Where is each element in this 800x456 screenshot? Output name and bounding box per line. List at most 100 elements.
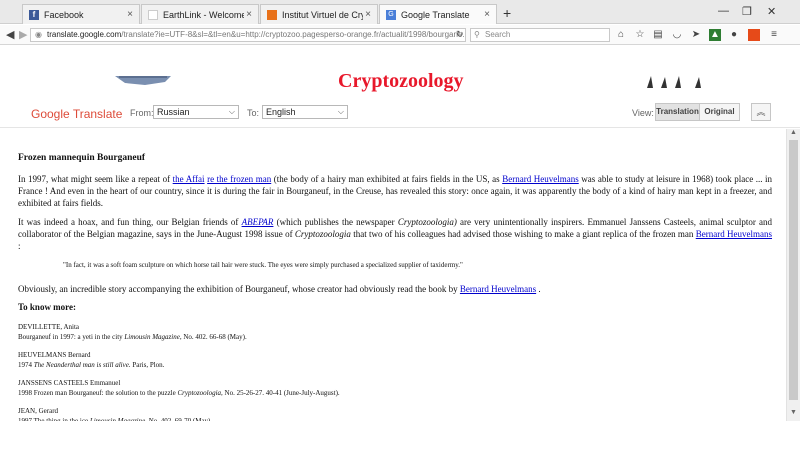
clipboard-icon[interactable]: ▤ (652, 29, 664, 41)
tab-title: Google Translate (401, 9, 470, 20)
send-icon[interactable]: ➤ (690, 29, 702, 41)
pocket-icon[interactable]: ◡ (671, 29, 683, 41)
close-icon[interactable]: × (244, 9, 254, 20)
header-illustration-left (115, 76, 171, 85)
forward-icon[interactable]: ▶ (19, 28, 27, 41)
to-language-value: English (266, 107, 296, 117)
original-view-button[interactable]: Original (699, 103, 740, 121)
text: . (538, 284, 541, 294)
text: 1974 (18, 361, 32, 369)
navigation-bar: ◀ ▶ ◉ translate.google.com/translate?ie=… (0, 25, 800, 45)
view-label: View: (632, 108, 654, 118)
site-header: Cryptozoology (0, 46, 800, 98)
text-italic: Limousin Magazine, (124, 333, 182, 341)
collapse-icon[interactable]: ︽ (751, 103, 771, 121)
close-icon[interactable]: × (363, 9, 373, 20)
reference-author: JEAN, Gerard (18, 407, 59, 415)
link-frozen-man[interactable]: re the frozen man (207, 174, 271, 184)
chevron-down-icon: ⌵ (228, 107, 235, 116)
text: No. 25-26-27. 40-41 (June-July-August). (224, 389, 340, 397)
text: Paris, Plon. (132, 361, 165, 369)
link-bernard-heuvelmans[interactable]: Bernard Heuvelmans (696, 229, 772, 239)
quote: "In fact, it was a soft foam sculpture o… (63, 261, 463, 269)
close-icon[interactable]: × (125, 9, 135, 20)
section-heading: To know more: (18, 302, 77, 312)
tab-title: Facebook (44, 9, 84, 20)
tab-google-translate[interactable]: G Google Translate × (379, 4, 497, 24)
home-icon[interactable]: ⌂ (615, 29, 627, 41)
text-italic: Cryptozoologia) (397, 217, 457, 227)
translate-icon: G (386, 9, 396, 20)
header-illustration-right (647, 76, 701, 88)
reference-item: JANSSENS CASTEELS Emmanuel 1998 Frozen m… (18, 378, 772, 398)
scrollbar-thumb[interactable] (789, 140, 798, 400)
reference-author: JANSSENS CASTEELS Emmanuel (18, 379, 121, 387)
chevron-down-icon: ⌵ (337, 107, 344, 116)
from-language-select[interactable]: Russian ⌵ (153, 105, 239, 119)
page-bottom-blank (0, 421, 800, 456)
text-italic: Cryptozoologia, (177, 389, 223, 397)
tab-title: Institut Virtuel de Cryptozo... (282, 9, 363, 20)
url-bar[interactable]: ◉ translate.google.com/translate?ie=UTF-… (30, 28, 466, 42)
text-italic: Cryptozoologia (294, 229, 351, 239)
paragraph-2: It was indeed a hoax, and fun thing, our… (18, 216, 772, 252)
text: that two of his colleagues had advised t… (353, 229, 694, 239)
url-host: translate.google.com (47, 30, 122, 39)
scroll-up-icon[interactable]: ▲ (790, 129, 797, 136)
url-path: /translate?ie=UTF-8&sl=&tl=en&u=http://c… (121, 30, 466, 39)
text: It was indeed a hoax, and fun thing, our… (18, 217, 239, 227)
from-language-value: Russian (157, 107, 190, 117)
text: (the body of a hairy man exhibited at fa… (273, 174, 500, 184)
tab-facebook[interactable]: f Facebook × (22, 4, 140, 24)
close-icon[interactable]: × (482, 9, 492, 20)
reference-citation: Bourganeuf in 1997: a yeti in the city L… (18, 332, 772, 342)
site-logo: Cryptozoology (338, 70, 464, 92)
google-translate-bar: Google Translate From: Russian ⌵ To: Eng… (0, 98, 800, 128)
text-italic: The Neanderthal man is still alive. (33, 361, 131, 369)
extension-orange-icon[interactable] (748, 29, 760, 41)
scroll-down-icon[interactable]: ▼ (790, 409, 797, 416)
link-bernard-heuvelmans[interactable]: Bernard Heuvelmans (460, 284, 536, 294)
new-tab-button[interactable]: + (503, 5, 511, 21)
article-title: Frozen mannequin Bourganeuf (18, 153, 146, 163)
to-language-select[interactable]: English ⌵ (262, 105, 348, 119)
link-abepar[interactable]: ABEPAR (242, 217, 274, 227)
reference-author: HEUVELMANS Bernard (18, 351, 91, 359)
text: 1998 Frozen man Bourganeuf: the solution… (18, 389, 176, 397)
tab-cryptozoology[interactable]: Institut Virtuel de Cryptozo... × (260, 4, 378, 24)
bookmark-star-icon[interactable]: ☆ (634, 29, 646, 41)
close-window-icon[interactable]: ✕ (767, 5, 776, 18)
reload-icon[interactable]: ↻ (456, 29, 464, 40)
to-label: To: (247, 108, 260, 118)
back-icon[interactable]: ◀ (6, 28, 14, 41)
globe-icon: ◉ (35, 30, 42, 39)
minimize-icon[interactable]: — (718, 5, 729, 17)
reference-item: DEVILLETTE, Anita Bourganeuf in 1997: a … (18, 322, 772, 342)
restore-icon[interactable]: ❐ (742, 5, 752, 18)
link-bernard-heuvelmans[interactable]: Bernard Heuvelmans (502, 174, 579, 184)
chat-icon[interactable]: ● (728, 29, 740, 41)
reference-citation: 1974 The Neanderthal man is still alive.… (18, 360, 772, 370)
reference-author: DEVILLETTE, Anita (18, 323, 80, 331)
link-the-affair[interactable]: the Affai (173, 174, 205, 184)
cryptozoology-icon (267, 9, 277, 20)
search-input[interactable]: ⚲ Search (470, 28, 610, 42)
extension-green-icon[interactable]: ▲ (709, 29, 721, 41)
google-translate-logo[interactable]: Google Translate (31, 107, 122, 121)
tab-title: EarthLink - Welcome to myEart... (163, 9, 244, 20)
tab-earthlink[interactable]: EarthLink - Welcome to myEart... × (141, 4, 259, 24)
text: In 1997, what might seem like a repeat o… (18, 174, 171, 184)
menu-icon[interactable]: ≡ (768, 29, 780, 41)
paragraph-3: Obviously, an incredible story accompany… (18, 283, 772, 295)
tab-bar: f Facebook × EarthLink - Welcome to myEa… (0, 0, 800, 24)
text: (which publishes the newspaper (276, 217, 395, 227)
search-icon: ⚲ (474, 30, 480, 39)
translation-view-button[interactable]: Translation (655, 103, 700, 121)
reference-citation: 1998 Frozen man Bourganeuf: the solution… (18, 388, 772, 398)
vertical-scrollbar[interactable]: ▲ ▼ (786, 129, 800, 421)
article-body: Frozen mannequin Bourganeuf In 1997, wha… (0, 129, 786, 456)
text: : (18, 241, 21, 251)
text: Obviously, an incredible story accompany… (18, 284, 458, 294)
paragraph-1: In 1997, what might seem like a repeat o… (18, 173, 772, 209)
facebook-icon: f (29, 9, 39, 20)
